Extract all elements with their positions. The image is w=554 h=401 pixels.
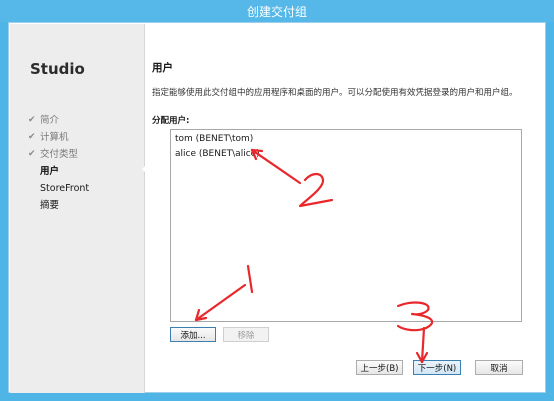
window-title: 创建交付组 [246, 4, 307, 19]
add-button[interactable]: 添加... [170, 327, 216, 342]
step-delivery-type: ✔ 交付类型 [28, 146, 89, 163]
list-item[interactable]: alice (BENET\alice) [171, 147, 521, 161]
check-icon: ✔ [28, 149, 36, 159]
next-button[interactable]: 下一步(N) [413, 360, 461, 375]
back-button[interactable]: 上一步(B) [356, 360, 403, 375]
cancel-button[interactable]: 取消 [475, 360, 523, 375]
step-intro: ✔ 简介 [28, 112, 89, 129]
remove-button[interactable]: 移除 [223, 327, 269, 342]
step-label: 摘要 [40, 200, 60, 211]
check-icon: ✔ [28, 115, 36, 125]
step-summary: 摘要 [28, 197, 89, 214]
wizard-sidebar: Studio ✔ 简介 ✔ 计算机 ✔ 交付类型 用户 StoreFront 摘要 [10, 24, 149, 393]
window-titlebar: 创建交付组 [0, 0, 554, 22]
step-users: 用户 [28, 163, 89, 180]
step-label: 用户 [40, 166, 60, 177]
page-title: 用户 [152, 62, 173, 74]
assigned-users-label: 分配用户: [152, 116, 190, 126]
wizard-content: 用户 指定能够使用此交付组中的应用程序和桌面的用户。可以分配使用有效凭据登录的用… [145, 24, 545, 393]
list-item[interactable]: tom (BENET\tom) [171, 132, 521, 146]
page-description: 指定能够使用此交付组中的应用程序和桌面的用户。可以分配使用有效凭据登录的用户和用… [152, 88, 518, 98]
wizard-window: Studio ✔ 简介 ✔ 计算机 ✔ 交付类型 用户 StoreFront 摘要 用… [8, 22, 546, 393]
step-list: ✔ 简介 ✔ 计算机 ✔ 交付类型 用户 StoreFront 摘要 [28, 112, 89, 214]
step-label: StoreFront [40, 183, 90, 194]
studio-brand: Studio [30, 60, 85, 78]
step-storefront: StoreFront [28, 180, 89, 197]
step-label: 计算机 [40, 132, 69, 143]
check-icon: ✔ [28, 132, 36, 142]
step-label: 简介 [40, 115, 60, 126]
step-label: 交付类型 [40, 149, 79, 160]
step-machines: ✔ 计算机 [28, 129, 89, 146]
assigned-users-list[interactable]: tom (BENET\tom) alice (BENET\alice) [170, 129, 522, 322]
